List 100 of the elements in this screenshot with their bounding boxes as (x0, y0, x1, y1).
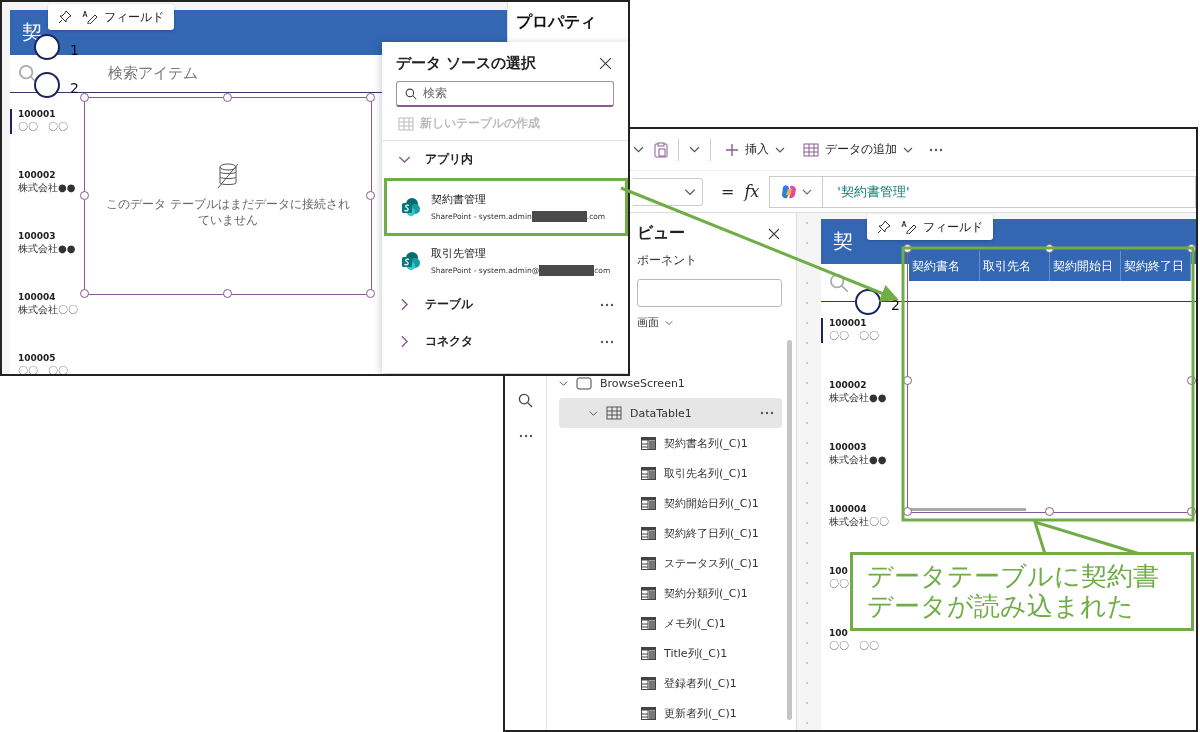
resize-handle[interactable] (903, 375, 912, 385)
tree-node[interactable]: 契約書名列(_C)1 (559, 428, 782, 458)
fx-label: fx (744, 182, 760, 201)
column-icon (641, 436, 656, 450)
column-icon (641, 676, 656, 690)
add-data-button[interactable]: データの追加 (799, 139, 917, 160)
screens-label: 画面 (637, 315, 659, 330)
callout-text: データテーブルに契約書 (867, 561, 1160, 592)
record-subtitle: 〇〇 〇〇 (829, 639, 879, 653)
record-subtitle: 株式会社●● (18, 242, 76, 256)
database-off-icon (216, 163, 240, 190)
tree-node[interactable]: ステータス列(_C)1 (559, 548, 782, 578)
search-field[interactable]: 検索 (396, 81, 614, 107)
resize-handle[interactable] (80, 191, 89, 200)
chevron-icon (689, 144, 700, 155)
gallery-item[interactable]: 100002 株式会社●● (10, 170, 76, 195)
source-name: 契約書管理 (431, 192, 487, 207)
record-subtitle: 株式会社〇〇 (829, 515, 889, 529)
callout-text: データが読み込まれた (867, 591, 1135, 622)
more-icon[interactable] (600, 302, 614, 307)
property-dropdown[interactable] (633, 177, 703, 206)
gallery-item[interactable]: 100002 株式会社●● (821, 380, 887, 405)
resize-handle[interactable] (80, 289, 89, 298)
more-icon[interactable] (760, 411, 774, 415)
record-id: 100002 (18, 170, 56, 180)
tree-node[interactable]: 契約開始日列(_C)1 (559, 488, 782, 518)
gallery-item[interactable]: 100001 〇〇 〇〇 (821, 318, 879, 343)
record-id: 100001 (829, 318, 867, 328)
search-icon (18, 63, 38, 84)
field-edit-icon (82, 10, 98, 24)
scrollbar[interactable] (787, 340, 792, 720)
tree-node[interactable]: 契約分類列(_C)1 (559, 578, 782, 608)
empty-table-message: このデータ テーブルはまだデータに接続されていません (105, 197, 351, 229)
tree-node[interactable]: DataTable1 (559, 398, 782, 428)
gallery-item[interactable]: 100004 株式会社〇〇 (10, 292, 78, 317)
search-placeholder[interactable]: 検索アイテム (108, 64, 198, 83)
record-id: 100001 (18, 109, 56, 119)
column-header: 契約書名 (909, 251, 980, 281)
record-subtitle: 株式会社〇〇 (18, 303, 78, 317)
copilot-icon (780, 182, 799, 201)
resize-handle[interactable] (80, 93, 89, 102)
gallery-item[interactable]: 100 〇〇 〇〇 (821, 628, 879, 653)
tree-node[interactable]: 登録者列(_C)1 (559, 668, 782, 698)
chevron-icon (559, 378, 568, 388)
plus-icon (725, 142, 739, 157)
table-add-icon (398, 116, 414, 131)
search-icon (518, 393, 533, 408)
chevron-icon (633, 144, 644, 155)
search-button[interactable] (516, 391, 535, 410)
record-id: 100 (829, 566, 848, 576)
record-subtitle: 株式会社●● (18, 181, 76, 195)
marker-number: 2 (891, 297, 900, 313)
fields-button[interactable]: フィールド (80, 6, 166, 28)
resize-handle[interactable] (366, 93, 375, 102)
resize-handle[interactable] (1045, 507, 1054, 516)
formula-field[interactable]: '契約書管理' (769, 175, 1196, 208)
scrollbar[interactable] (911, 508, 1026, 511)
gallery-item[interactable]: 100005 〇〇 〇〇 (10, 353, 68, 374)
redaction-bar (539, 265, 595, 276)
more-icon[interactable] (600, 339, 614, 344)
column-icon (641, 646, 656, 660)
record-id: 100004 (18, 292, 56, 302)
resize-handle[interactable] (223, 93, 232, 102)
gallery-item[interactable]: 100001 〇〇 〇〇 (10, 109, 68, 134)
tree-node[interactable]: 契約終了日列(_C)1 (559, 518, 782, 548)
fields-button[interactable]: フィールド (899, 216, 985, 238)
section-header[interactable]: コネクタ (382, 323, 628, 360)
tree-node[interactable]: 取引先名列(_C)1 (559, 458, 782, 488)
properties-title: プロパティ (516, 12, 596, 31)
column-icon (641, 556, 656, 570)
tree-node[interactable]: 更新者列(_C)1 (559, 698, 782, 728)
record-id: 100004 (829, 504, 867, 514)
resize-handle[interactable] (223, 289, 232, 298)
marker-number: 2 (70, 80, 79, 96)
sharepoint-icon (401, 251, 421, 271)
gallery-item[interactable]: 100 〇〇 (821, 566, 849, 591)
column-icon (641, 496, 656, 510)
column-icon (641, 466, 656, 480)
gallery-item[interactable]: 100003 株式会社●● (821, 442, 887, 467)
resize-handle[interactable] (366, 191, 375, 200)
paste-icon[interactable] (654, 141, 668, 158)
record-id: 100 (829, 628, 848, 638)
components-tab[interactable]: ポーネント (637, 252, 697, 269)
gallery-item[interactable]: 100004 株式会社〇〇 (821, 504, 889, 529)
panel-title: ビュー (637, 223, 685, 244)
table-icon (606, 406, 622, 420)
insert-button[interactable]: 挿入 (721, 139, 789, 160)
section-header[interactable]: テーブル (382, 286, 628, 323)
screen-icon (576, 376, 592, 390)
tree-node[interactable]: BrowseScreen1 (559, 368, 782, 398)
tree-node[interactable]: メモ列(_C)1 (559, 608, 782, 638)
sharepoint-icon (401, 197, 421, 217)
section-header[interactable]: アプリ内 (382, 141, 628, 178)
gallery-item[interactable]: 100003 株式会社●● (10, 231, 76, 256)
resize-handle[interactable] (366, 289, 375, 298)
resize-handle[interactable] (1045, 244, 1054, 253)
tree-node[interactable]: Title列(_C)1 (559, 638, 782, 668)
search-field[interactable] (637, 279, 782, 307)
record-subtitle: 〇〇 〇〇 (829, 329, 879, 343)
resize-handle[interactable] (903, 244, 912, 253)
